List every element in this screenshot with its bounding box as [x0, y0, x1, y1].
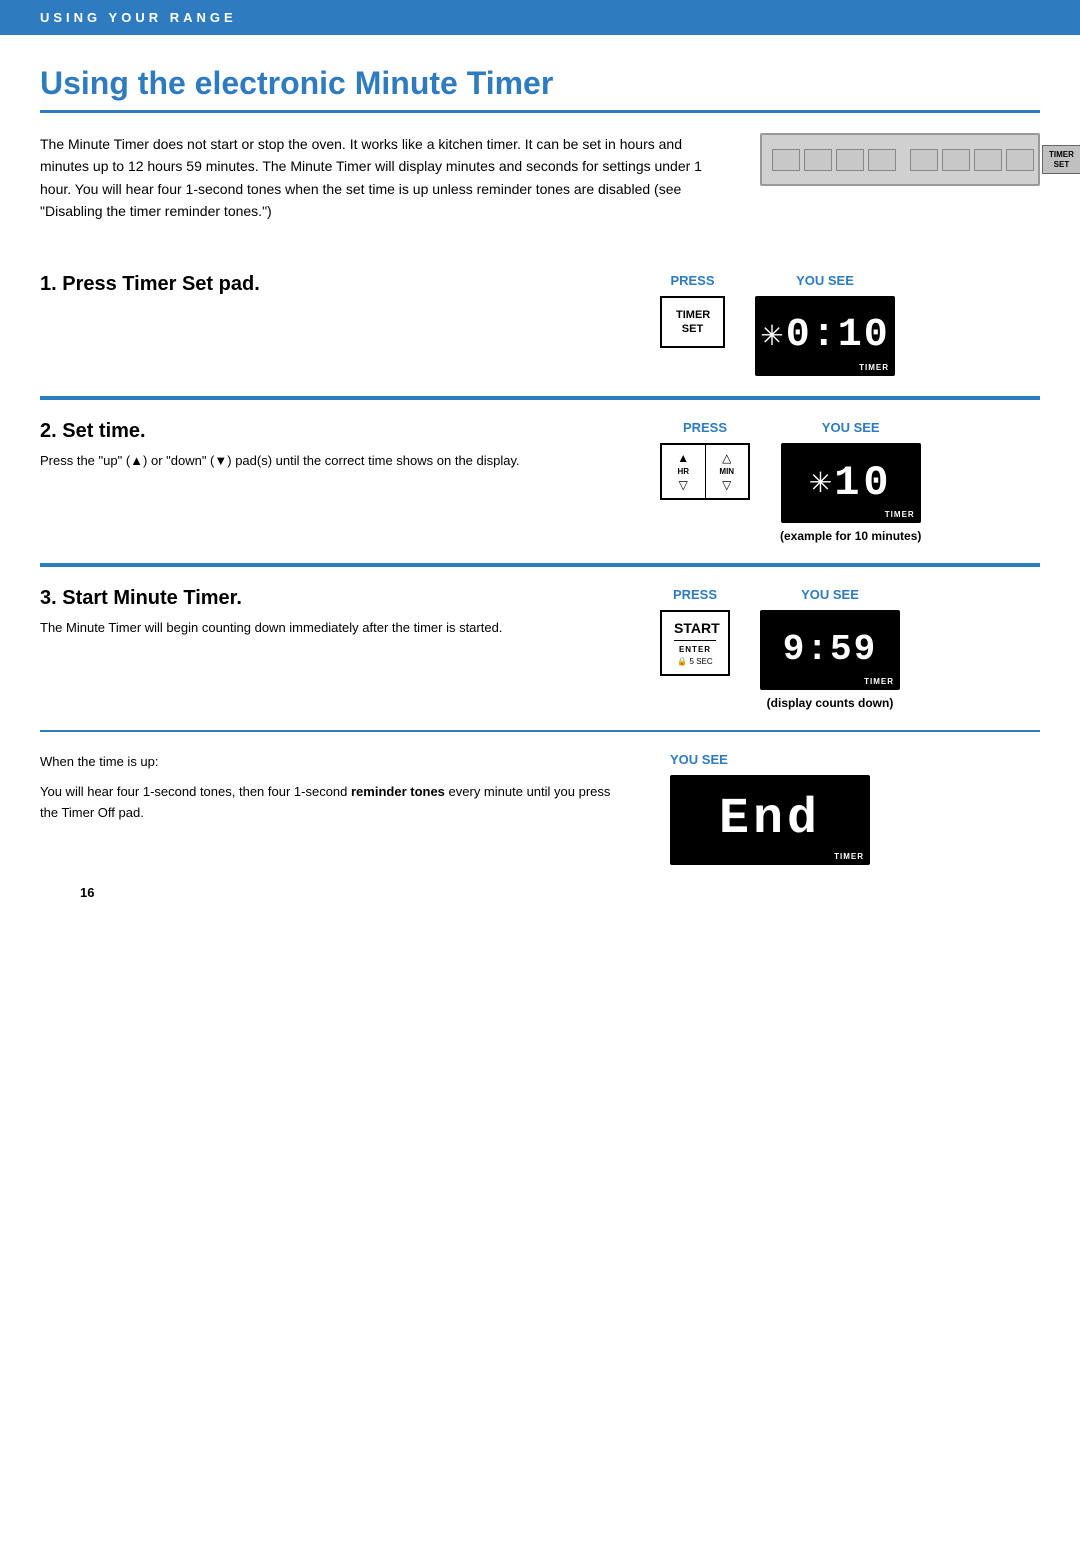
step-1-section: 1. Press Timer Set pad. PRESS TIMER SET … — [40, 253, 1040, 398]
end-display: End TIMER — [670, 775, 870, 865]
step-2-left: 2. Set time. Press the "up" (▲) or "down… — [40, 420, 630, 543]
start-button[interactable]: START ENTER 🔒 5 SEC — [660, 610, 730, 676]
panel-buttons: TIMER SET TIMER OFF — [1042, 145, 1080, 174]
step-1-display-text: 0:10 — [786, 313, 890, 358]
timer-set-button[interactable]: TIMER SET — [660, 296, 725, 349]
step-2-right: PRESS ▲ HR ▽ △ MIN ▽ YOU — [660, 420, 1040, 543]
bottom-left: When the time is up: You will hear four … — [40, 752, 630, 865]
step-3-yousee-label: YOU SEE — [801, 587, 859, 602]
step-1-yousee-col: YOU SEE ✳ 0:10 TIMER — [755, 273, 895, 376]
hr-down-arrow[interactable]: ▽ — [677, 476, 690, 494]
panel-seg-4 — [868, 149, 896, 171]
step-2-asterisk: ✳ — [809, 466, 832, 499]
timer-set-btn-line2: SET — [676, 322, 709, 336]
timer-set-panel-btn: TIMER SET — [1042, 145, 1080, 174]
step-1-timer-label: TIMER — [859, 363, 889, 372]
min-down-arrow[interactable]: ▽ — [720, 476, 733, 494]
step-3-display: 9:59 TIMER — [760, 610, 900, 690]
panel-seg-2 — [804, 149, 832, 171]
step-1-left: 1. Press Timer Set pad. — [40, 273, 630, 376]
step-2-title: 2. Set time. — [40, 420, 630, 443]
bottom-description: You will hear four 1-second tones, then … — [40, 782, 630, 824]
step-2-display: ✳ 10 TIMER — [781, 443, 921, 523]
step-3-caption: (display counts down) — [767, 696, 894, 710]
end-timer-label: TIMER — [834, 852, 864, 861]
hr-label: HR — [677, 467, 689, 476]
step-2-timer-label: TIMER — [885, 510, 915, 519]
step-3-timer-label: TIMER — [864, 677, 894, 686]
step-3-press-col: PRESS START ENTER 🔒 5 SEC — [660, 587, 730, 676]
min-up-arrow[interactable]: △ — [720, 449, 733, 467]
panel-seg-3 — [836, 149, 864, 171]
when-time-up: When the time is up: — [40, 752, 630, 773]
step-3-display-text: 9:59 — [783, 629, 877, 670]
panel-seg-7 — [974, 149, 1002, 171]
step-2-yousee-label: YOU SEE — [822, 420, 880, 435]
arrow-buttons[interactable]: ▲ HR ▽ △ MIN ▽ — [660, 443, 750, 500]
bottom-right: YOU SEE End TIMER — [660, 752, 1040, 865]
intro-text: The Minute Timer does not start or stop … — [40, 133, 730, 223]
lock-text: 🔒 5 SEC — [674, 657, 716, 666]
main-content: Using the electronic Minute Timer The Mi… — [0, 35, 1080, 1515]
step-2-press-col: PRESS ▲ HR ▽ △ MIN ▽ — [660, 420, 750, 500]
step-1-press-label: PRESS — [670, 273, 714, 288]
end-text: End — [719, 791, 821, 848]
step-3-right: PRESS START ENTER 🔒 5 SEC YOU SEE 9:59 T… — [660, 587, 1040, 710]
hr-arrows-col: ▲ HR ▽ — [662, 445, 705, 498]
min-label: MIN — [719, 467, 734, 476]
intro-section: The Minute Timer does not start or stop … — [40, 133, 1040, 223]
hr-up-arrow[interactable]: ▲ — [675, 449, 691, 467]
step-2-yousee-col: YOU SEE ✳ 10 TIMER (example for 10 minut… — [780, 420, 921, 543]
step-1-asterisk: ✳ — [760, 319, 783, 352]
panel-display-area — [772, 149, 1034, 171]
step-3-section: 3. Start Minute Timer. The Minute Timer … — [40, 567, 1040, 732]
step-2-press-label: PRESS — [683, 420, 727, 435]
page-title: Using the electronic Minute Timer — [40, 65, 1040, 113]
panel-seg-1 — [772, 149, 800, 171]
step-2-caption: (example for 10 minutes) — [780, 529, 921, 543]
header-text: USING YOUR RANGE — [40, 10, 237, 25]
header-bar: USING YOUR RANGE — [0, 0, 1080, 35]
step-2-body: Press the "up" (▲) or "down" (▼) pad(s) … — [40, 451, 630, 472]
bottom-yousee-label: YOU SEE — [670, 752, 1040, 767]
step-2-display-text: 10 — [834, 459, 892, 507]
intro-diagram: TIMER SET TIMER OFF — [760, 133, 1040, 223]
panel-seg-5 — [910, 149, 938, 171]
enter-text: ENTER — [674, 645, 716, 654]
min-arrows-col: △ MIN ▽ — [706, 445, 749, 498]
step-1-right: PRESS TIMER SET YOU SEE ✳ 0:10 TIMER — [660, 273, 1040, 376]
step-1-title: 1. Press Timer Set pad. — [40, 273, 630, 296]
step-3-body: The Minute Timer will begin counting dow… — [40, 618, 630, 639]
step-3-title: 3. Start Minute Timer. — [40, 587, 630, 610]
step-3-yousee-col: YOU SEE 9:59 TIMER (display counts down) — [760, 587, 900, 710]
bottom-section: When the time is up: You will hear four … — [40, 732, 1040, 865]
step-1-display: ✳ 0:10 TIMER — [755, 296, 895, 376]
step-1-press-col: PRESS TIMER SET — [660, 273, 725, 349]
step-1-yousee-label: YOU SEE — [796, 273, 854, 288]
control-panel-diagram: TIMER SET TIMER OFF — [760, 133, 1040, 186]
step-3-left: 3. Start Minute Timer. The Minute Timer … — [40, 587, 630, 710]
panel-seg-8 — [1006, 149, 1034, 171]
timer-set-btn-line1: TIMER — [676, 308, 709, 322]
step-3-press-label: PRESS — [673, 587, 717, 602]
page-number: 16 — [80, 885, 1080, 900]
panel-seg-6 — [942, 149, 970, 171]
start-text: START — [674, 620, 716, 641]
step-2-section: 2. Set time. Press the "up" (▲) or "down… — [40, 400, 1040, 565]
